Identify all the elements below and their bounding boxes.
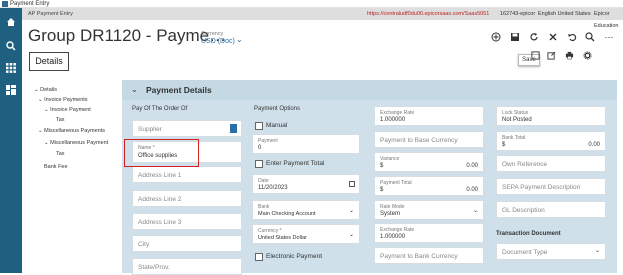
attachment-icon[interactable]	[528, 48, 542, 62]
payment-total-field[interactable]: Payment Total $ 0.00	[374, 176, 484, 196]
bank-exchange-rate-field[interactable]: Exchange Rate 1.000000	[374, 223, 484, 243]
print-icon[interactable]	[562, 48, 576, 62]
chevron-down-icon[interactable]: ⌄	[236, 35, 243, 44]
document-type-field[interactable]: Document Type ⌄	[496, 243, 606, 260]
app-name: AP Payment Entry	[28, 11, 73, 17]
session-id: 162743-epicor	[500, 11, 536, 17]
refresh-icon[interactable]	[527, 30, 541, 44]
address-line-3-field[interactable]: Address Line 3	[132, 213, 242, 230]
enter-payment-total-label: Enter Payment Total	[266, 160, 325, 167]
date-field[interactable]: Date 11/20/2023	[252, 174, 360, 194]
tree-item-invoice-payments[interactable]: ⌄ Invoice Payments	[38, 97, 88, 103]
company-label[interactable]: Epicor Education	[594, 8, 623, 32]
currency-selector[interactable]: USD (Doc)	[201, 38, 235, 45]
address-line-1-field[interactable]: Address Line 1	[132, 166, 242, 183]
tree-item-misc-payments[interactable]: ⌄ Miscellaneous Payments	[38, 128, 105, 134]
page-title: Group DR1120 - Payme…	[28, 26, 227, 45]
more-options-icon[interactable]: ⋯	[602, 30, 616, 44]
exchange-rate-field[interactable]: Exchange Rate 1.000000	[374, 106, 484, 126]
lock-status-field: Lock Status Not Posted	[496, 106, 606, 126]
highlight-box	[124, 139, 199, 167]
details-button[interactable]: Details	[29, 52, 69, 71]
home-icon[interactable]	[0, 12, 22, 32]
apps-grid-icon[interactable]	[0, 58, 22, 78]
window-titlebar: Payment Entry	[0, 0, 623, 8]
locale-label[interactable]: English United States	[538, 8, 591, 20]
tree-item-invoice-payment[interactable]: ⌄ Invoice Payment	[44, 107, 91, 113]
document-icon[interactable]	[230, 124, 237, 133]
delete-icon[interactable]	[546, 30, 560, 44]
search-icon[interactable]	[0, 36, 22, 56]
payment-details-panel: ⌄ Payment Details Pay Of The Order Of Su…	[122, 80, 617, 275]
payment-bank-currency-field[interactable]: Payment to Bank Currency	[374, 247, 484, 264]
currency-label: Currency	[201, 31, 224, 37]
document-type-dropdown-icon[interactable]: ⌄	[595, 247, 600, 254]
supplier-field[interactable]: Supplier	[132, 120, 242, 137]
bank-total-field: Bank Total $ 0.00	[496, 131, 606, 151]
calendar-icon[interactable]	[349, 181, 355, 187]
app-header-strip: AP Payment Entry https://centraludf0du00…	[22, 8, 623, 29]
dashboard-icon[interactable]	[0, 80, 22, 100]
save-icon[interactable]	[508, 30, 522, 44]
bank-dropdown-icon[interactable]: ⌄	[349, 207, 354, 214]
rate-mode-field[interactable]: Rate Mode System ⌄	[374, 200, 484, 220]
state-field[interactable]: State/Prov.	[132, 258, 242, 275]
panel-header[interactable]: ⌄ Payment Details	[122, 80, 617, 100]
manual-label: Manual	[266, 122, 288, 129]
undo-icon[interactable]	[565, 30, 579, 44]
variance-field[interactable]: Variance $ 0.00	[374, 152, 484, 172]
site-url: https://centraludf0du00.epicorsaas.com/S…	[367, 11, 490, 17]
search-icon[interactable]	[583, 30, 597, 44]
currency-field[interactable]: Currency * United States Dollar ⌄	[252, 224, 360, 244]
pay-order-heading: Pay Of The Order Of	[132, 106, 188, 112]
gl-description-field[interactable]: GL Description	[496, 201, 606, 218]
tree-item-bank-fee[interactable]: Bank Fee	[44, 164, 68, 170]
enter-payment-total-checkbox[interactable]	[255, 160, 263, 168]
payment-options-heading: Payment Options	[254, 106, 301, 112]
tree-item-details[interactable]: ⌄ Details	[34, 87, 57, 93]
panel-title: Payment Details	[146, 85, 212, 95]
rate-mode-dropdown-icon[interactable]: ⌄	[473, 207, 478, 214]
add-new-icon[interactable]	[489, 30, 503, 44]
settings-icon[interactable]	[580, 48, 594, 62]
transaction-document-heading: Transaction Document	[496, 231, 561, 237]
tree-item-tax[interactable]: Tax	[56, 117, 65, 123]
nav-rail	[0, 8, 22, 273]
open-external-icon[interactable]	[544, 48, 558, 62]
address-line-2-field[interactable]: Address Line 2	[132, 190, 242, 207]
city-field[interactable]: City	[132, 235, 242, 252]
payment-base-currency-field[interactable]: Payment to Base Currency	[374, 131, 484, 148]
window-title: Payment Entry	[10, 1, 50, 7]
electronic-payment-label: Electronic Payment	[266, 253, 322, 260]
app-icon	[2, 1, 8, 7]
sepa-description-field[interactable]: SEPA Payment Description	[496, 178, 606, 195]
manual-checkbox[interactable]	[255, 122, 263, 130]
own-reference-field[interactable]: Own Reference	[496, 155, 606, 172]
details-tree: ⌄ Details ⌄ Invoice Payments ⌄ Invoice P…	[22, 80, 122, 273]
collapse-icon[interactable]: ⌄	[131, 85, 138, 94]
bank-field[interactable]: Bank Main Checking Account ⌄	[252, 200, 360, 220]
payment-field[interactable]: Payment 0	[252, 134, 360, 154]
currency-dropdown-icon[interactable]: ⌄	[349, 231, 354, 238]
tree-item-tax[interactable]: Tax	[56, 151, 65, 157]
electronic-payment-checkbox[interactable]	[255, 253, 263, 261]
tree-item-misc-payment[interactable]: ⌄ Miscellaneous Payment	[44, 140, 108, 146]
